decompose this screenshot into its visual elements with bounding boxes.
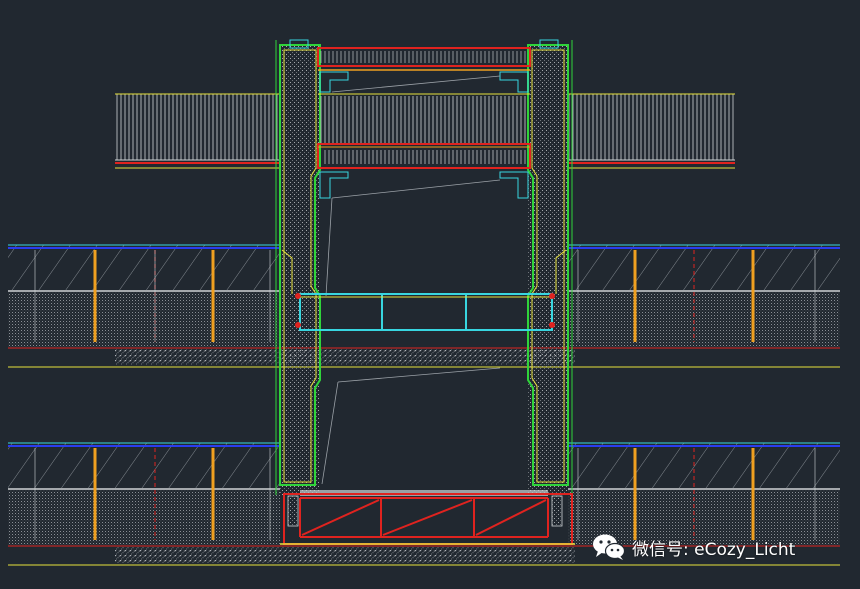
upper-ceiling-right	[568, 93, 735, 169]
left-pillar	[275, 39, 321, 495]
wechat-icon	[593, 534, 626, 560]
wechat-watermark: 微信号: eCozy_Licht	[592, 533, 795, 561]
watermark-text: 微信号: eCozy_Licht	[632, 539, 796, 560]
floor-band-upper	[8, 244, 840, 368]
center-ceiling	[317, 96, 531, 297]
right-pillar	[527, 39, 573, 495]
top-beam	[317, 47, 531, 95]
upper-ceiling-left	[115, 93, 280, 169]
bottom-truss	[280, 490, 575, 545]
cad-section-drawing	[8, 39, 840, 566]
